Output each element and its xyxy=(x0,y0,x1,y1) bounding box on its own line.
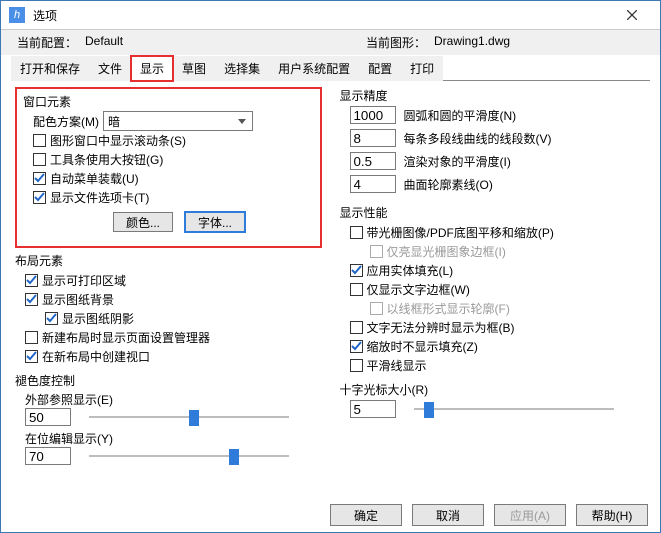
lbl-printable: 显示可打印区域 xyxy=(42,272,126,289)
chk-highlight xyxy=(370,245,383,258)
tab-print[interactable]: 打印 xyxy=(401,56,443,81)
chk-wireframe xyxy=(370,302,383,315)
xref-label: 外部参照显示(E) xyxy=(25,391,322,408)
xref-input[interactable] xyxy=(25,408,71,426)
arc-label: 圆弧和圆的平滑度(N) xyxy=(404,107,517,124)
chk-big-buttons[interactable] xyxy=(33,153,46,166)
chk-paper-bg[interactable] xyxy=(25,293,38,306)
color-scheme-label: 配色方案(M) xyxy=(33,113,99,130)
chk-scrollbars[interactable] xyxy=(33,134,46,147)
current-drawing-label: 当前图形： xyxy=(366,34,426,51)
left-column: 窗口元素 配色方案(M) 暗 图形窗口中显示滚动条(S) 工具条使用大按钮(G)… xyxy=(15,87,322,491)
group-title: 褪色度控制 xyxy=(15,372,322,389)
lbl-scrollbars: 图形窗口中显示滚动条(S) xyxy=(50,132,186,149)
chk-new-layout[interactable] xyxy=(25,331,38,344)
tab-open-save[interactable]: 打开和保存 xyxy=(11,56,89,81)
dialog-body: 窗口元素 配色方案(M) 暗 图形窗口中显示滚动条(S) 工具条使用大按钮(G)… xyxy=(1,81,660,493)
chk-printable[interactable] xyxy=(25,274,38,287)
lbl-paper-shadow: 显示图纸阴影 xyxy=(62,310,134,327)
surface-input[interactable] xyxy=(350,175,396,193)
group-title: 显示精度 xyxy=(340,87,647,104)
current-config-label: 当前配置： xyxy=(17,34,77,51)
chk-viewport[interactable] xyxy=(25,350,38,363)
inplace-slider[interactable] xyxy=(89,447,289,465)
tab-config[interactable]: 配置 xyxy=(359,56,401,81)
render-input[interactable] xyxy=(350,152,396,170)
tab-draft[interactable]: 草图 xyxy=(173,56,215,81)
current-config-value: Default xyxy=(85,34,235,51)
close-button[interactable] xyxy=(612,1,652,29)
chevron-down-icon xyxy=(234,113,250,129)
polyline-label: 每条多段线曲线的线段数(V) xyxy=(404,130,552,147)
inplace-input[interactable] xyxy=(25,447,71,465)
titlebar: h 选项 xyxy=(1,1,660,30)
lbl-new-layout: 新建布局时显示页面设置管理器 xyxy=(42,329,210,346)
group-title: 十字光标大小(R) xyxy=(340,381,647,398)
color-button[interactable]: 颜色... xyxy=(113,212,173,232)
lbl-unresolve: 文字无法分辨时显示为框(B) xyxy=(367,319,515,336)
chk-text-frame[interactable] xyxy=(350,283,363,296)
lbl-file-tabs: 显示文件选项卡(T) xyxy=(50,189,149,206)
chk-raster[interactable] xyxy=(350,226,363,239)
crosshair-input[interactable] xyxy=(350,400,396,418)
chk-anti-alias[interactable] xyxy=(350,359,363,372)
lbl-text-frame: 仅显示文字边框(W) xyxy=(367,281,470,298)
crosshair-slider[interactable] xyxy=(414,400,614,418)
chk-auto-menu[interactable] xyxy=(33,172,46,185)
group-title: 窗口元素 xyxy=(23,93,314,110)
lbl-zoom-fill: 缩放时不显示填充(Z) xyxy=(367,338,478,355)
lbl-raster: 带光栅图像/PDF底图平移和缩放(P) xyxy=(367,224,554,241)
group-title: 布局元素 xyxy=(15,252,322,269)
help-button[interactable]: 帮助(H) xyxy=(576,504,648,526)
color-scheme-select[interactable]: 暗 xyxy=(103,111,253,131)
surface-label: 曲面轮廓素线(O) xyxy=(404,176,493,193)
chk-solid-fill[interactable] xyxy=(350,264,363,277)
inplace-label: 在位编辑显示(Y) xyxy=(25,430,322,447)
right-column: 显示精度 圆弧和圆的平滑度(N) 每条多段线曲线的线段数(V) 渲染对象的平滑度… xyxy=(340,87,647,491)
dialog-buttons: 确定 取消 应用(A) 帮助(H) xyxy=(330,504,648,526)
render-label: 渲染对象的平滑度(I) xyxy=(404,153,511,170)
tab-user-sys[interactable]: 用户系统配置 xyxy=(269,56,359,81)
group-layout-elements: 布局元素 显示可打印区域 显示图纸背景 显示图纸阴影 新建布局时显示页面设置管理… xyxy=(15,252,322,366)
xref-slider[interactable] xyxy=(89,408,289,426)
app-icon: h xyxy=(9,7,25,23)
lbl-viewport: 在新布局中创建视口 xyxy=(42,348,150,365)
group-performance: 显示性能 带光栅图像/PDF底图平移和缩放(P) 仅亮显光栅图象边框(I) 应用… xyxy=(340,204,647,375)
lbl-big-buttons: 工具条使用大按钮(G) xyxy=(50,151,163,168)
apply-button[interactable]: 应用(A) xyxy=(494,504,566,526)
group-precision: 显示精度 圆弧和圆的平滑度(N) 每条多段线曲线的线段数(V) 渲染对象的平滑度… xyxy=(340,87,647,198)
chk-file-tabs[interactable] xyxy=(33,191,46,204)
ok-button[interactable]: 确定 xyxy=(330,504,402,526)
tab-file[interactable]: 文件 xyxy=(89,56,131,81)
group-title: 显示性能 xyxy=(340,204,647,221)
tab-display[interactable]: 显示 xyxy=(131,56,173,81)
chk-unresolve[interactable] xyxy=(350,321,363,334)
cancel-button[interactable]: 取消 xyxy=(412,504,484,526)
tab-bar: 打开和保存 文件 显示 草图 选择集 用户系统配置 配置 打印 xyxy=(11,55,650,81)
lbl-paper-bg: 显示图纸背景 xyxy=(42,291,114,308)
close-icon xyxy=(627,10,637,20)
highlight-box: 窗口元素 配色方案(M) 暗 图形窗口中显示滚动条(S) 工具条使用大按钮(G)… xyxy=(15,87,322,248)
group-crosshair: 十字光标大小(R) xyxy=(340,381,647,418)
lbl-highlight: 仅亮显光栅图象边框(I) xyxy=(387,243,506,260)
info-line: 当前配置： Default 当前图形： Drawing1.dwg xyxy=(1,30,660,55)
color-scheme-value: 暗 xyxy=(108,113,120,130)
current-drawing-value: Drawing1.dwg xyxy=(434,34,584,51)
tab-selection[interactable]: 选择集 xyxy=(215,56,269,81)
font-button[interactable]: 字体... xyxy=(185,212,245,232)
group-fade-control: 褪色度控制 外部参照显示(E) 在位编辑显示(Y) xyxy=(15,372,322,465)
group-window-elements: 窗口元素 配色方案(M) 暗 图形窗口中显示滚动条(S) 工具条使用大按钮(G)… xyxy=(23,93,314,232)
options-dialog: h 选项 当前配置： Default 当前图形： Drawing1.dwg 打开… xyxy=(0,0,661,533)
lbl-wireframe: 以线框形式显示轮廓(F) xyxy=(387,300,510,317)
chk-zoom-fill[interactable] xyxy=(350,340,363,353)
arc-input[interactable] xyxy=(350,106,396,124)
lbl-anti-alias: 平滑线显示 xyxy=(367,357,427,374)
chk-paper-shadow[interactable] xyxy=(45,312,58,325)
lbl-solid-fill: 应用实体填充(L) xyxy=(367,262,454,279)
lbl-auto-menu: 自动菜单装载(U) xyxy=(50,170,139,187)
dialog-title: 选项 xyxy=(33,7,612,24)
polyline-input[interactable] xyxy=(350,129,396,147)
